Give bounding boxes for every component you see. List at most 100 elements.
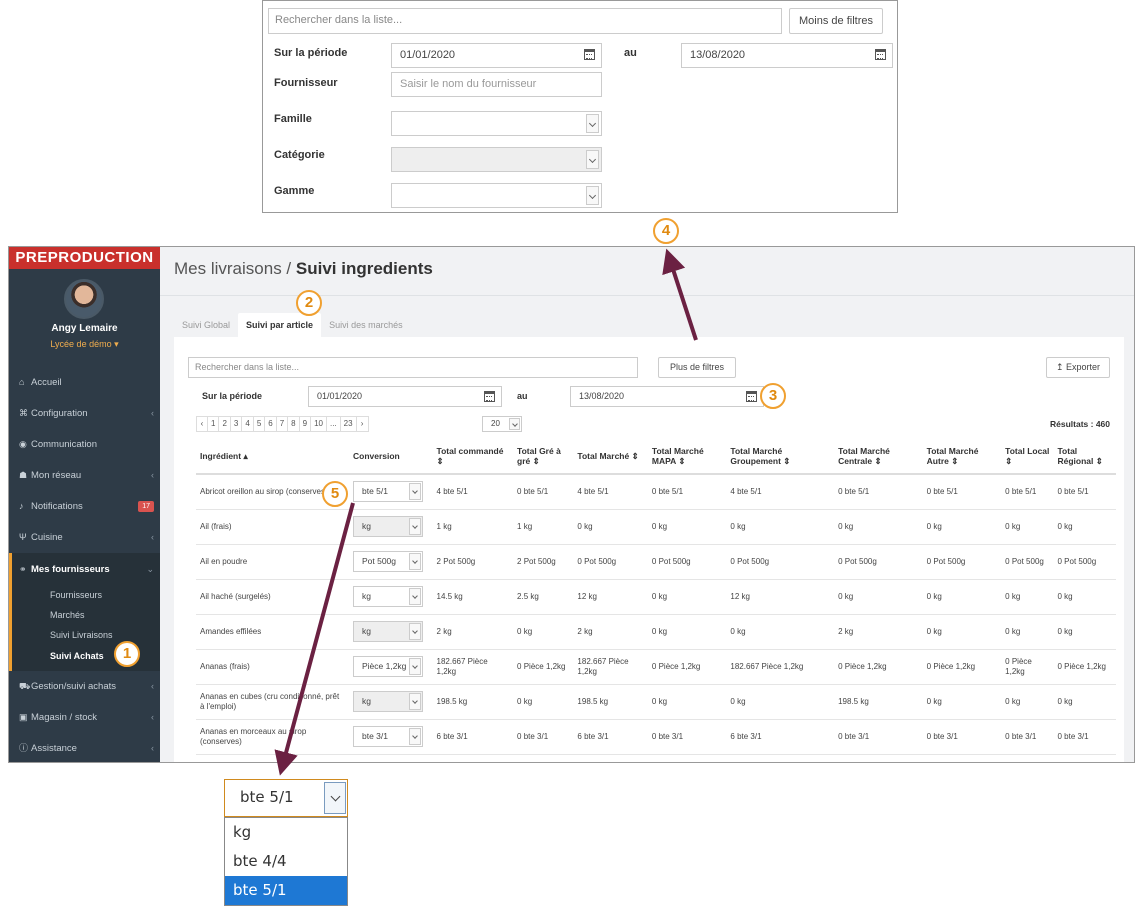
total-cell: 1 kg <box>513 509 574 545</box>
family-label: Famille <box>274 113 312 125</box>
page-link[interactable]: 1 <box>208 417 220 431</box>
column-header[interactable]: Total Marché Centrale ⇕ <box>834 439 923 475</box>
calendar-icon[interactable] <box>746 391 757 402</box>
column-header[interactable]: Total Marché Autre ⇕ <box>922 439 1002 475</box>
export-button[interactable]: ↥ Exporter <box>1046 357 1110 378</box>
table-row: Ail en poudre Pot 500g 2 Pot 500g 2 Pot 500… <box>196 544 1116 580</box>
date-from-input[interactable]: 01/01/2020 <box>308 386 502 407</box>
page-link[interactable]: 4 <box>242 417 254 431</box>
handshake-icon: ⚭ <box>19 564 27 574</box>
sidebar-item-notifications[interactable]: ♪ Notifications 17 <box>9 491 160 522</box>
next-page-button[interactable]: › <box>357 417 368 431</box>
column-header[interactable]: Total Gré à gré ⇕ <box>513 439 574 475</box>
home-icon: ⌂ <box>19 377 25 387</box>
conversion-cell: Pot 500g <box>348 544 433 580</box>
total-cell: 0 bte 5/1 <box>1053 474 1116 510</box>
sidebar-item-accueil[interactable]: ⌂ Accueil <box>9 367 160 398</box>
sidebar-item-gestion-suivi-achats[interactable]: ⛟Gestion/suivi achats ‹ <box>9 671 160 702</box>
conversion-value: Pot 500g <box>361 556 397 566</box>
total-cell: 0 bte 5/1 <box>1001 474 1054 510</box>
page-link[interactable]: 3 <box>231 417 243 431</box>
chevron-down-icon <box>408 588 421 605</box>
search-input[interactable]: Rechercher dans la liste... <box>188 357 638 378</box>
user-name[interactable]: Angy Lemaire <box>9 323 160 334</box>
date-to-input[interactable]: 13/08/2020 <box>681 43 893 68</box>
tab-suivi-par-article[interactable]: Suivi par article <box>238 313 322 337</box>
supplier-input[interactable]: Saisir le nom du fournisseur <box>391 72 602 97</box>
chevron-down-icon <box>408 658 421 675</box>
date-to-input[interactable]: 13/08/2020 <box>570 386 764 407</box>
dropdown-option-kg[interactable]: kg <box>225 818 347 847</box>
sidebar-subitem-suivi-livraisons[interactable]: Suivi Livraisons <box>12 625 160 645</box>
page-link[interactable]: 5 <box>254 417 266 431</box>
page-link[interactable]: 2 <box>219 417 231 431</box>
prev-page-button[interactable]: ‹ <box>197 417 208 431</box>
filter-search-input[interactable]: Rechercher dans la liste... <box>268 8 782 34</box>
school-selector[interactable]: Lycée de démo ▾ <box>9 339 160 350</box>
conversion-value: kg <box>361 626 371 636</box>
less-filters-button[interactable]: Moins de filtres <box>789 8 883 34</box>
cart-icon: ⛟ <box>19 681 31 691</box>
conversion-select[interactable]: Pièce 1,2kg <box>352 656 423 677</box>
table-row: Ananas en cubes (cru conditionné, prêt à… <box>196 684 1116 720</box>
sidebar-item-cuisine[interactable]: Ψ Cuisine ‹ <box>9 522 160 553</box>
breadcrumb: Mes livraisons / <box>174 259 296 278</box>
dropdown-option-bte-4-4[interactable]: bte 4/4 <box>225 847 347 876</box>
page-size-select[interactable]: 20 <box>482 416 522 432</box>
sidebar-item-communication[interactable]: ◉ Communication <box>9 429 160 460</box>
chevron-down-icon <box>408 518 421 535</box>
sidebar-item-assistance[interactable]: ⓘ Assistance ‹ <box>9 733 160 762</box>
conversion-dropdown-zoom[interactable]: bte 5/1 <box>224 779 348 817</box>
column-header[interactable]: Ingrédient ▴ <box>196 439 349 475</box>
sidebar-item-label: Assistance <box>31 743 77 754</box>
total-cell: 12 kg <box>573 579 648 615</box>
total-cell: 0 Pièce 1,2kg <box>834 649 923 685</box>
range-select[interactable] <box>391 183 602 208</box>
page-link[interactable]: 10 <box>311 417 327 431</box>
page-link[interactable]: 23 <box>341 417 357 431</box>
sidebar-item-label: Accueil <box>31 377 62 388</box>
column-header[interactable]: Total Marché MAPA ⇕ <box>647 439 727 475</box>
column-header[interactable]: Total Marché Groupement ⇕ <box>726 439 835 475</box>
dropdown-option-bte-5-1[interactable]: bte 5/1 <box>225 876 347 905</box>
family-select[interactable] <box>391 111 602 136</box>
page-link[interactable]: 6 <box>265 417 277 431</box>
page-link[interactable]: 7 <box>277 417 289 431</box>
chevron-down-icon[interactable] <box>324 782 346 814</box>
sidebar-item-configuration[interactable]: ⌘ Configuration ‹ <box>9 398 160 429</box>
sidebar-subitem-marches[interactable]: Marchés <box>12 605 160 625</box>
total-cell: 0 Pot 500g <box>834 544 923 580</box>
sidebar-item-label: Cuisine <box>31 532 63 543</box>
conversion-select[interactable]: bte 5/1 <box>352 481 423 503</box>
column-header[interactable]: Total Régional ⇕ <box>1053 439 1116 475</box>
chevron-left-icon: ‹ <box>151 681 154 691</box>
page-link[interactable]: 9 <box>300 417 312 431</box>
tab-suivi-global[interactable]: Suivi Global <box>174 313 238 337</box>
calendar-icon[interactable] <box>484 391 495 402</box>
conversion-select[interactable]: bte 3/1 <box>352 726 423 747</box>
calendar-icon[interactable] <box>584 49 595 60</box>
total-cell: 0 kg <box>834 579 923 615</box>
sidebar-item-magasin-stock[interactable]: ▣ Magasin / stock ‹ <box>9 702 160 733</box>
page-link[interactable]: 8 <box>288 417 300 431</box>
tab-suivi-des-marches[interactable]: Suivi des marchés <box>321 313 411 337</box>
conversion-select[interactable]: kg <box>352 586 423 607</box>
avatar[interactable] <box>64 279 104 319</box>
tab-panel: Rechercher dans la liste... Plus de filt… <box>174 337 1124 762</box>
total-cell: 0 kg <box>1053 509 1116 545</box>
conversion-value: bte 3/1 <box>361 731 388 741</box>
total-cell: 0 kg <box>922 579 1002 615</box>
sidebar-item-mes-fournisseurs[interactable]: ⚭ Mes fournisseurs ⌄ <box>9 553 160 585</box>
total-cell: 0 Pot 500g <box>1053 544 1116 580</box>
total-cell: 2 kg <box>573 614 648 650</box>
sidebar-subitem-fournisseurs[interactable]: Fournisseurs <box>12 585 160 605</box>
total-cell: 0 Pot 500g <box>573 544 648 580</box>
more-filters-button[interactable]: Plus de filtres <box>658 357 736 378</box>
sidebar-item-mon-reseau[interactable]: ☗ Mon réseau ‹ <box>9 460 160 491</box>
calendar-icon[interactable] <box>875 49 886 60</box>
column-header[interactable]: Total Marché ⇕ <box>573 439 648 475</box>
conversion-select[interactable]: Pot 500g <box>352 551 423 572</box>
date-from-input[interactable]: 01/01/2020 <box>391 43 602 68</box>
column-header[interactable]: Total Local ⇕ <box>1001 439 1054 475</box>
column-header[interactable]: Total commandé ⇕ <box>432 439 514 475</box>
